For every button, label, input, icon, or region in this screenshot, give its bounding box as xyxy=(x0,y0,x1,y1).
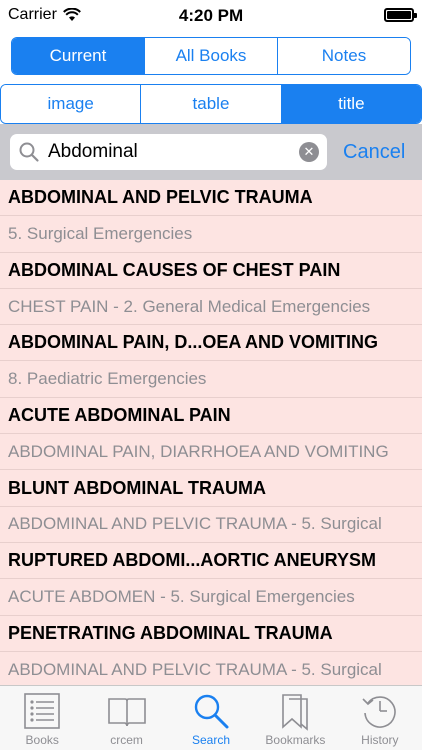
battery-icon xyxy=(384,8,417,22)
result-title[interactable]: BLUNT ABDOMINAL TRAUMA xyxy=(0,470,422,507)
segment-title[interactable]: title xyxy=(281,85,421,123)
search-icon xyxy=(194,694,229,729)
result-subtitle: ABDOMINAL AND PELVIC TRAUMA - 5. Surgica… xyxy=(0,507,422,543)
magnifier-icon xyxy=(19,142,39,162)
result-title[interactable]: ACUTE ABDOMINAL PAIN xyxy=(0,398,422,435)
tab-history[interactable]: History xyxy=(338,686,422,750)
result-title[interactable]: ABDOMINAL AND PELVIC TRAUMA xyxy=(0,180,422,217)
tab-label: Bookmarks xyxy=(265,733,326,747)
tab-crcem[interactable]: crcem xyxy=(84,686,168,750)
result-subtitle: ABDOMINAL AND PELVIC TRAUMA - 5. Surgica… xyxy=(0,652,422,685)
status-bar: Carrier 4:20 PM xyxy=(0,0,422,30)
tab-label: Search xyxy=(192,733,231,747)
tab-bookmarks[interactable]: Bookmarks xyxy=(253,686,337,750)
status-time: 4:20 PM xyxy=(178,6,244,25)
segment-image[interactable]: image xyxy=(1,85,142,123)
result-subtitle: 8. Paediatric Emergencies xyxy=(0,361,422,398)
history-icon xyxy=(362,696,396,728)
segment-current[interactable]: Current xyxy=(12,38,145,74)
list-icon xyxy=(24,693,61,729)
segment-table[interactable]: table xyxy=(141,85,282,123)
result-subtitle: CHEST PAIN - 2. General Medical Emergenc… xyxy=(0,289,422,326)
type-segmented-control: image table title xyxy=(0,84,422,124)
bookmarks-icon xyxy=(282,694,309,731)
book-icon xyxy=(107,698,146,727)
search-bar: ✕ Cancel xyxy=(0,124,422,180)
clear-icon[interactable]: ✕ xyxy=(299,142,319,162)
result-subtitle: ACUTE ABDOMEN - 5. Surgical Emergencies xyxy=(0,579,422,616)
result-subtitle: 5. Surgical Emergencies xyxy=(0,216,422,253)
segment-all-books[interactable]: All Books xyxy=(145,38,278,74)
tab-books[interactable]: Books xyxy=(0,686,84,750)
tab-label: History xyxy=(361,733,399,747)
tab-search[interactable]: Search xyxy=(169,686,253,750)
tab-label: crcem xyxy=(110,733,143,747)
cancel-button[interactable]: Cancel xyxy=(343,141,405,164)
tab-bar: Books crcem Search Bookmarks History xyxy=(0,685,422,750)
result-title[interactable]: RUPTURED ABDOMI...AORTIC ANEURYSM xyxy=(0,543,422,580)
result-title[interactable]: ABDOMINAL PAIN, D...OEA AND VOMITING xyxy=(0,325,422,362)
search-input[interactable] xyxy=(48,141,288,163)
result-subtitle: ABDOMINAL PAIN, DIARRHOEA AND VOMITING xyxy=(0,434,422,471)
tab-label: Books xyxy=(25,733,59,747)
results-list: ABDOMINAL AND PELVIC TRAUMA 5. Surgical … xyxy=(0,180,422,685)
result-title[interactable]: PENETRATING ABDOMINAL TRAUMA xyxy=(0,616,422,652)
result-title[interactable]: ABDOMINAL CAUSES OF CHEST PAIN xyxy=(0,253,422,289)
scope-segmented-control: Current All Books Notes xyxy=(11,37,411,75)
segment-notes[interactable]: Notes xyxy=(278,38,410,74)
search-field[interactable]: ✕ xyxy=(10,134,327,170)
